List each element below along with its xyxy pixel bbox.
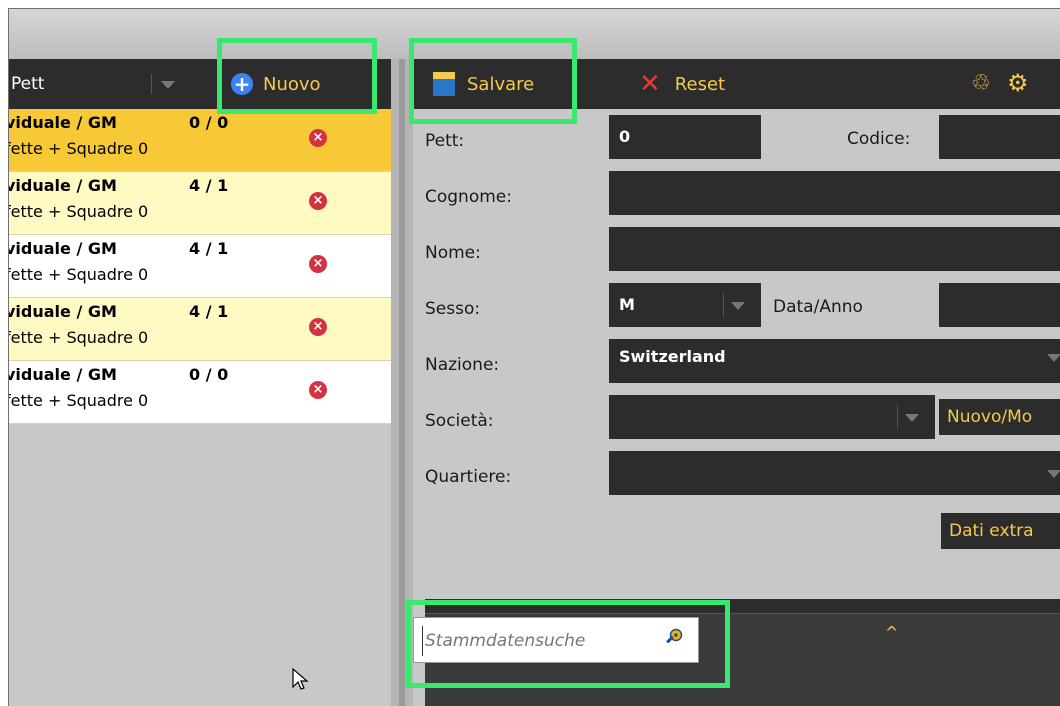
reset-button-label: Reset — [674, 73, 726, 95]
gear-icon[interactable]: ⚙ — [1007, 69, 1029, 97]
new-button[interactable]: + Nuovo — [231, 69, 321, 99]
societa-label: Società: — [425, 411, 494, 431]
app-window: Pett + Nuovo viduale / GM 0 / 0 fette + Sq… — [8, 8, 1060, 706]
sesso-label: Sesso: — [425, 299, 481, 319]
item-title: viduale / GM — [8, 113, 117, 132]
item-counts: 4 / 1 — [189, 239, 229, 258]
plus-circle-icon: + — [231, 73, 253, 95]
pett-label: Pett: — [425, 131, 465, 151]
chevron-down-icon — [731, 302, 745, 310]
save-button-label: Salvare — [467, 73, 535, 95]
list-item[interactable]: viduale / GM 4 / 1 fette + Squadre 0 × — [9, 298, 391, 361]
nazione-value: Switzerland — [619, 347, 726, 366]
dati-extra-button[interactable]: Dati extra — [941, 513, 1060, 549]
chevron-down-icon — [1047, 470, 1060, 478]
delete-icon[interactable]: × — [309, 129, 327, 147]
item-subtitle: fette + Squadre 0 — [8, 391, 149, 410]
item-subtitle: fette + Squadre 0 — [8, 139, 149, 158]
collapse-caret-button[interactable]: ^ — [885, 623, 898, 642]
codice-input[interactable] — [939, 115, 1060, 159]
right-toolbar: Salvare ✕ Reset ♲ ⚙ — [413, 59, 1060, 109]
nome-label: Nome: — [425, 243, 481, 263]
cursor-offscreen — [290, 693, 291, 694]
close-icon: ✕ — [639, 69, 661, 99]
reset-button[interactable]: ✕ Reset — [639, 69, 725, 99]
delete-icon[interactable]: × — [309, 381, 327, 399]
cognome-input[interactable] — [609, 171, 1060, 215]
sort-dropdown[interactable]: Pett — [9, 71, 181, 97]
delete-icon[interactable]: × — [309, 318, 327, 336]
sesso-dropdown[interactable]: M — [609, 283, 761, 327]
save-icon — [433, 72, 455, 96]
item-subtitle: fette + Squadre 0 — [8, 265, 149, 284]
item-counts: 4 / 1 — [189, 176, 229, 195]
save-button[interactable]: Salvare — [433, 69, 534, 99]
list-item[interactable]: viduale / GM 0 / 0 fette + Squadre 0 × — [9, 361, 391, 424]
quartiere-dropdown[interactable] — [609, 451, 1060, 495]
list-item[interactable]: viduale / GM 4 / 1 fette + Squadre 0 × — [9, 235, 391, 298]
sort-dropdown-value: Pett — [11, 74, 45, 94]
key-icon[interactable] — [664, 628, 684, 648]
item-counts: 4 / 1 — [189, 302, 229, 321]
data-anno-input[interactable] — [939, 283, 1060, 327]
item-title: viduale / GM — [8, 239, 117, 258]
list-item[interactable]: viduale / GM 0 / 0 fette + Squadre 0 × — [9, 109, 391, 172]
item-counts: 0 / 0 — [189, 365, 229, 384]
sesso-value: M — [619, 295, 635, 314]
item-title: viduale / GM — [8, 302, 117, 321]
left-toolbar: Pett + Nuovo — [9, 59, 391, 109]
item-title: viduale / GM — [8, 176, 117, 195]
nuovo-modifica-button[interactable]: Nuovo/Mo — [939, 399, 1060, 435]
item-subtitle: fette + Squadre 0 — [8, 328, 149, 347]
chevron-down-icon — [905, 414, 919, 422]
item-counts: 0 / 0 — [189, 113, 229, 132]
quartiere-label: Quartiere: — [425, 467, 512, 487]
codice-label: Codice: — [847, 129, 911, 149]
delete-icon[interactable]: × — [309, 192, 327, 210]
participant-list: viduale / GM 0 / 0 fette + Squadre 0 × vidua… — [9, 109, 391, 424]
list-item[interactable]: viduale / GM 4 / 1 fette + Squadre 0 × — [9, 172, 391, 235]
delete-icon[interactable]: × — [309, 255, 327, 273]
master-data-search — [413, 617, 699, 663]
mouse-pointer-icon — [292, 668, 309, 690]
new-button-label: Nuovo — [263, 73, 321, 95]
item-title: viduale / GM — [8, 365, 117, 384]
nazione-dropdown[interactable]: Switzerland — [609, 339, 1060, 383]
nome-input[interactable] — [609, 227, 1060, 271]
search-input[interactable] — [422, 626, 647, 656]
wizard-icon[interactable]: ♲ — [971, 71, 991, 96]
title-bar — [9, 9, 1060, 59]
item-subtitle: fette + Squadre 0 — [8, 202, 149, 221]
cognome-label: Cognome: — [425, 187, 512, 207]
panel-splitter[interactable] — [391, 59, 413, 706]
chevron-down-icon — [1047, 354, 1060, 362]
dropdown-divider — [151, 74, 152, 94]
pett-input[interactable]: 0 — [609, 115, 761, 159]
societa-dropdown[interactable] — [609, 395, 935, 439]
chevron-down-icon[interactable] — [161, 81, 175, 89]
nazione-label: Nazione: — [425, 355, 500, 375]
data-anno-label: Data/Anno — [773, 297, 863, 317]
